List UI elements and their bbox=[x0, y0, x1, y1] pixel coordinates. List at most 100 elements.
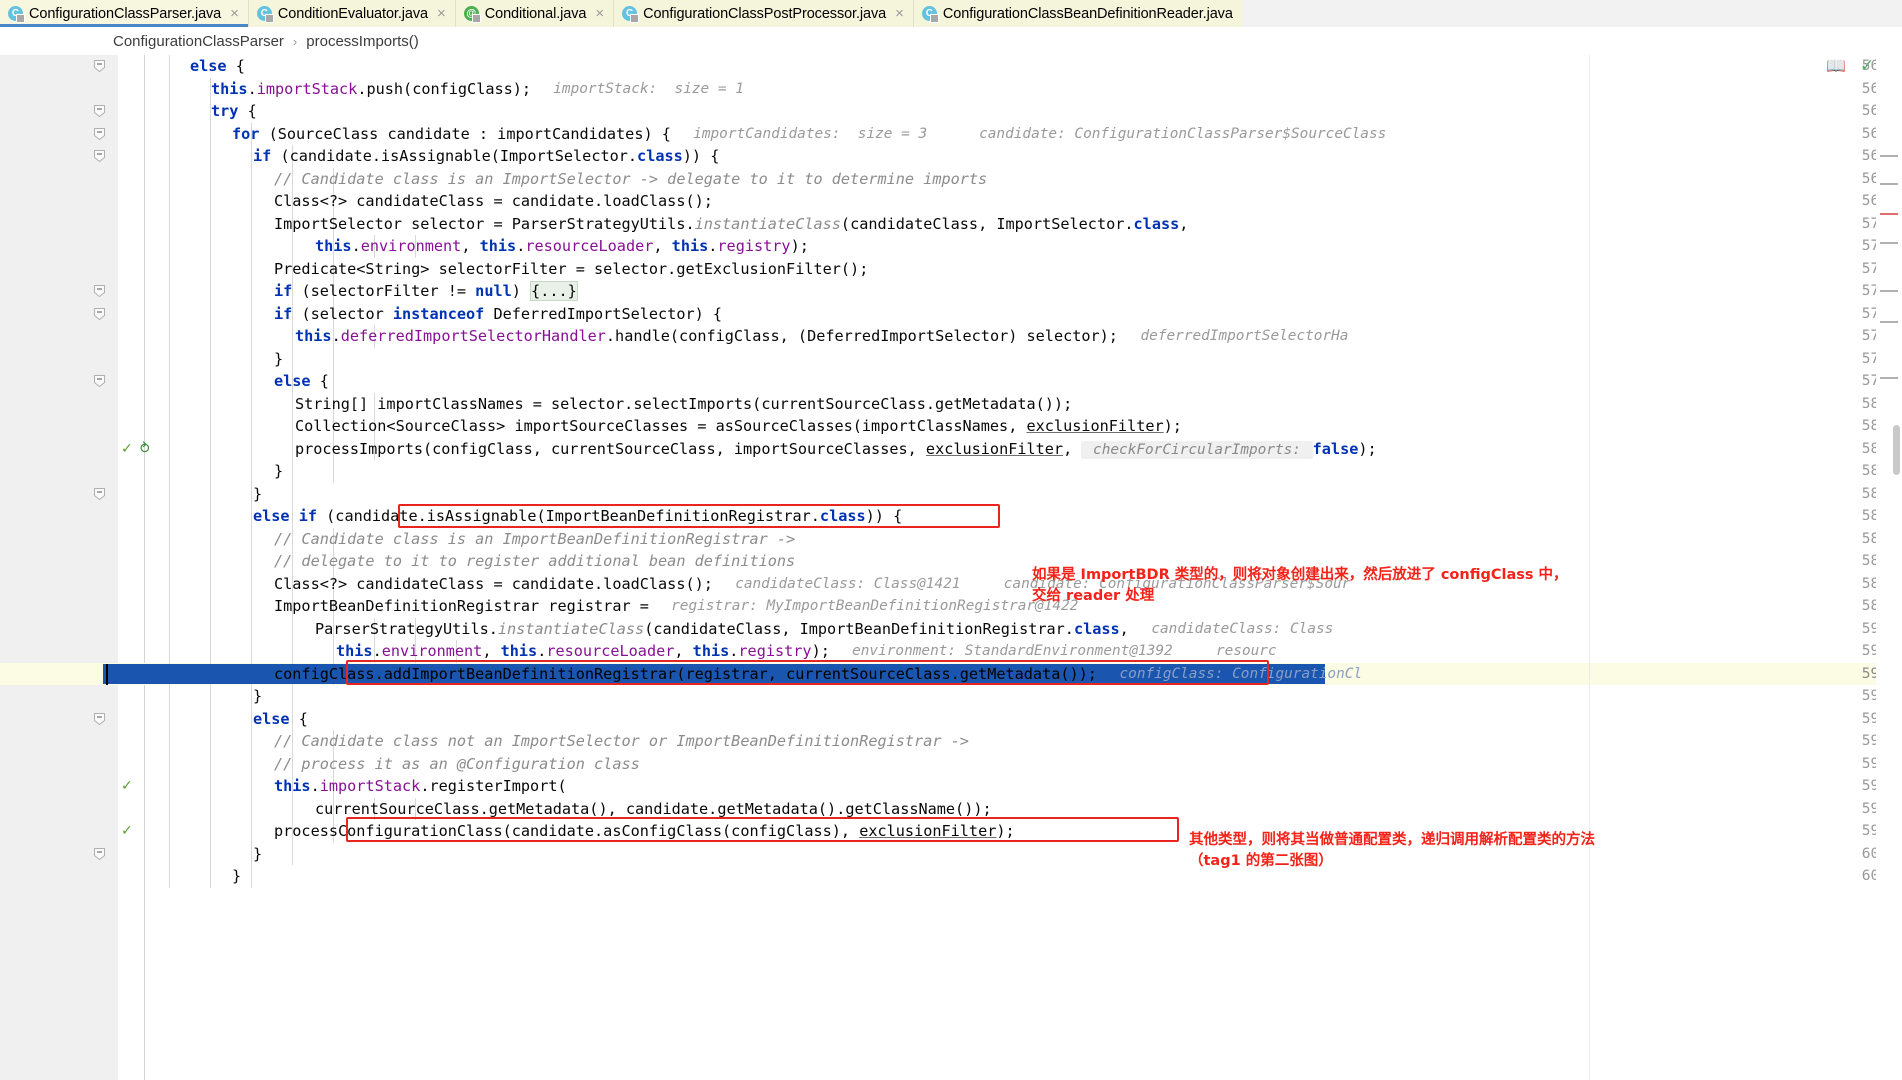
code-line-row[interactable]: 585 else if (candidate.isAssignable(Impor… bbox=[0, 505, 1902, 528]
code-text[interactable]: Predicate<String> selectorFilter = selec… bbox=[274, 258, 868, 281]
code-text[interactable]: } bbox=[232, 865, 241, 888]
code-text[interactable]: // Candidate class is an ImportBeanDefin… bbox=[274, 528, 795, 551]
code-line-row[interactable]: 587// delegate to it to register additio… bbox=[0, 550, 1902, 573]
code-text[interactable]: } bbox=[274, 460, 283, 483]
code-text[interactable]: processConfigurationClass(candidate.asCo… bbox=[274, 820, 1015, 843]
code-line-row[interactable]: 601} bbox=[0, 865, 1902, 888]
code-text[interactable]: this.environment, this.resourceLoader, t… bbox=[315, 235, 809, 258]
code-text[interactable]: else { bbox=[253, 708, 308, 731]
code-line-row[interactable]: 600} bbox=[0, 842, 1902, 866]
code-line-row[interactable]: 593} bbox=[0, 685, 1902, 708]
code-line-row[interactable]: 586// Candidate class is an ImportBeanDe… bbox=[0, 527, 1902, 551]
code-text[interactable]: // delegate to it to register additional… bbox=[274, 550, 795, 573]
code-line-row[interactable]: 576 if (selector instanceof DeferredImpor… bbox=[0, 302, 1902, 326]
code-line-row[interactable]: 568// Candidate class is an ImportSelect… bbox=[0, 167, 1902, 191]
code-line-row[interactable]: 592 configClass.addImportBeanDefinitionRe… bbox=[0, 662, 1902, 686]
tab-ConfigurationClassBeanDefinitionReader[interactable]: C ConfigurationClassBeanDefinitionReader… bbox=[913, 0, 1242, 27]
code-line-row[interactable]: 572 Predicate<String> selectorFilter = se… bbox=[0, 257, 1902, 281]
code-line-row[interactable]: 567 if (candidate.isAssignable(ImportSele… bbox=[0, 145, 1902, 168]
code-line-row[interactable]: 588 Class<?> candidateClass = candidate.l… bbox=[0, 572, 1902, 596]
code-line-row[interactable]: 579 else { bbox=[0, 370, 1902, 393]
fold-collapse-icon[interactable] bbox=[94, 487, 105, 500]
code-line-row[interactable]: 591 this.environment, this.resourceLoader… bbox=[0, 640, 1902, 663]
inspection-widget[interactable]: 📖 ✓ bbox=[1826, 55, 1902, 1080]
gutter-check-icon[interactable]: ✓ bbox=[121, 823, 133, 839]
tab-ConditionEvaluator[interactable]: C ConditionEvaluator.java × bbox=[248, 0, 455, 27]
fold-collapse-icon[interactable] bbox=[94, 105, 105, 117]
code-text[interactable]: this.importStack.registerImport( bbox=[274, 775, 567, 798]
code-editor[interactable]: 563 else {564 this.importStack.push(config… bbox=[0, 55, 1902, 1080]
code-line-row[interactable]: 570 ImportSelector selector = ParserStrat… bbox=[0, 212, 1902, 236]
code-line-row[interactable]: 598 currentSourceClass.getMetadata(), can… bbox=[0, 797, 1902, 821]
gutter-run-to-cursor-icon[interactable]: ⥁ bbox=[140, 441, 150, 457]
code-text[interactable]: else { bbox=[274, 370, 329, 393]
code-line-row[interactable]: 584} bbox=[0, 482, 1902, 505]
code-line-row[interactable]: 566 for (SourceClass candidate : importCa… bbox=[0, 122, 1902, 145]
code-line-row[interactable]: 596// process it as an @Configuration cl… bbox=[0, 752, 1902, 775]
breadcrumb-method[interactable]: processImports() bbox=[306, 33, 419, 50]
code-line-row[interactable]: 597 ✓ this.importStack.registerImport( bbox=[0, 775, 1902, 798]
fold-collapse-icon[interactable] bbox=[94, 150, 105, 162]
stripe-marker[interactable] bbox=[1880, 183, 1898, 185]
code-text[interactable]: Class<?> candidateClass = candidate.load… bbox=[274, 573, 713, 596]
fold-collapse-icon[interactable] bbox=[94, 712, 105, 725]
code-line-row[interactable]: 571 this.environment, this.resourceLoader… bbox=[0, 235, 1902, 258]
code-text[interactable]: this.deferredImportSelectorHandler.handl… bbox=[295, 325, 1118, 348]
code-text[interactable]: processImports(configClass, currentSourc… bbox=[295, 438, 1377, 461]
reader-mode-icon[interactable]: 📖 bbox=[1826, 59, 1846, 75]
breadcrumb-class[interactable]: ConfigurationClassParser bbox=[113, 33, 284, 50]
close-icon[interactable]: × bbox=[892, 6, 904, 21]
code-line-row[interactable]: 581 Collection<SourceClass> importSourceC… bbox=[0, 415, 1902, 438]
code-text[interactable]: if (candidate.isAssignable(ImportSelecto… bbox=[253, 145, 719, 168]
inspections-ok-icon[interactable]: ✓ bbox=[1860, 57, 1874, 74]
close-icon[interactable]: × bbox=[434, 6, 446, 21]
fold-collapse-icon[interactable] bbox=[94, 375, 105, 387]
fold-collapse-icon[interactable] bbox=[94, 285, 105, 297]
code-line-row[interactable]: 599 ✓ processConfigurationClass(candidate.… bbox=[0, 820, 1902, 843]
code-text[interactable]: this.importStack.push(configClass); bbox=[211, 78, 531, 101]
code-text[interactable]: String[] importClassNames = selector.sel… bbox=[295, 393, 1072, 416]
close-icon[interactable]: × bbox=[227, 6, 239, 21]
code-line-row[interactable]: 580 String[] importClassNames = selector.… bbox=[0, 392, 1902, 416]
code-line-row[interactable]: 564 this.importStack.push(configClass); im… bbox=[0, 77, 1902, 101]
code-line-row[interactable]: 590 ParserStrategyUtils.instantiateClass(… bbox=[0, 617, 1902, 641]
code-text[interactable]: try { bbox=[211, 100, 257, 123]
fold-collapse-icon[interactable] bbox=[94, 847, 105, 860]
tab-ConfigurationClassPostProcessor[interactable]: C ConfigurationClassPostProcessor.java × bbox=[614, 0, 913, 27]
stripe-marker[interactable] bbox=[1880, 242, 1898, 244]
stripe-marker[interactable] bbox=[1880, 155, 1898, 157]
fold-collapse-icon[interactable] bbox=[94, 307, 105, 320]
code-text[interactable]: // Candidate class is an ImportSelector … bbox=[274, 168, 987, 191]
code-line-row[interactable]: 594 else { bbox=[0, 707, 1902, 731]
code-text[interactable]: if (selector instanceof DeferredImportSe… bbox=[274, 303, 722, 326]
code-text[interactable]: this.environment, this.resourceLoader, t… bbox=[336, 640, 830, 663]
code-line-row[interactable]: 565 try { bbox=[0, 100, 1902, 123]
code-text[interactable]: if (selectorFilter != null) {...} bbox=[274, 280, 578, 303]
fold-collapse-icon[interactable] bbox=[94, 127, 105, 140]
code-text[interactable]: currentSourceClass.getMetadata(), candid… bbox=[315, 798, 992, 821]
code-text[interactable]: else { bbox=[190, 55, 245, 78]
code-text[interactable]: ImportSelector selector = ParserStrategy… bbox=[274, 213, 1188, 236]
code-line-row[interactable]: 578} bbox=[0, 347, 1902, 370]
tab-Conditional[interactable]: @ Conditional.java × bbox=[455, 0, 614, 27]
code-text[interactable]: } bbox=[253, 685, 262, 708]
code-text[interactable]: else if (candidate.isAssignable(ImportBe… bbox=[253, 505, 902, 528]
code-text[interactable]: ImportBeanDefinitionRegistrar registrar … bbox=[274, 595, 649, 618]
fold-collapse-icon[interactable] bbox=[94, 60, 105, 72]
stripe-marker[interactable] bbox=[1880, 321, 1898, 323]
stripe-marker[interactable] bbox=[1880, 213, 1898, 215]
code-text[interactable]: ParserStrategyUtils.instantiateClass(can… bbox=[315, 618, 1129, 641]
code-line-row[interactable]: 589 ImportBeanDefinitionRegistrar registr… bbox=[0, 595, 1902, 618]
code-line-row[interactable]: 595// Candidate class not an ImportSelec… bbox=[0, 730, 1902, 753]
code-line-row[interactable]: 582 ✓ ⥁ processImports(configClass, current… bbox=[0, 437, 1902, 461]
code-line-row[interactable]: 583} bbox=[0, 460, 1902, 483]
tab-ConfigurationClassParser[interactable]: C ConfigurationClassParser.java × bbox=[0, 0, 248, 27]
code-text[interactable]: } bbox=[253, 843, 262, 866]
code-text[interactable]: Collection<SourceClass> importSourceClas… bbox=[295, 415, 1182, 438]
code-text[interactable]: configClass.addImportBeanDefinitionRegis… bbox=[274, 663, 1097, 686]
code-line-row[interactable]: 569 Class<?> candidateClass = candidate.l… bbox=[0, 190, 1902, 213]
code-text[interactable]: // Candidate class not an ImportSelector… bbox=[274, 730, 969, 753]
stripe-marker[interactable] bbox=[1880, 377, 1898, 379]
gutter-check-icon[interactable]: ✓ bbox=[121, 778, 133, 794]
code-line-row[interactable]: 563 else { bbox=[0, 55, 1902, 78]
